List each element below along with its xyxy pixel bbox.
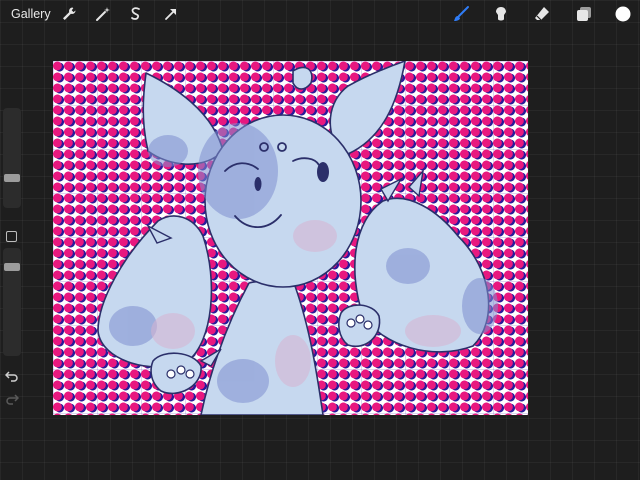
top-toolbar: Gallery — [0, 0, 640, 28]
selection-icon[interactable] — [127, 5, 145, 23]
transform-arrow-icon[interactable] — [162, 5, 180, 23]
gallery-button[interactable]: Gallery — [11, 7, 51, 21]
opacity-handle[interactable] — [4, 263, 20, 271]
undo-icon[interactable] — [5, 369, 19, 383]
brush-size-handle[interactable] — [4, 174, 20, 182]
character-artwork — [97, 61, 498, 415]
wrench-icon[interactable] — [60, 5, 78, 23]
eraser-icon[interactable] — [533, 5, 551, 23]
brush-icon[interactable] — [452, 5, 470, 23]
smudge-icon[interactable] — [492, 5, 510, 23]
brush-size-slider[interactable] — [3, 108, 21, 208]
layers-icon[interactable] — [575, 5, 593, 23]
opacity-slider[interactable] — [3, 248, 21, 356]
magic-wand-icon[interactable] — [94, 5, 112, 23]
drawing-canvas[interactable] — [53, 61, 528, 415]
modify-button[interactable] — [6, 231, 17, 242]
color-swatch-icon[interactable] — [614, 5, 632, 23]
left-sidebar — [0, 108, 23, 410]
redo-icon[interactable] — [5, 392, 19, 406]
